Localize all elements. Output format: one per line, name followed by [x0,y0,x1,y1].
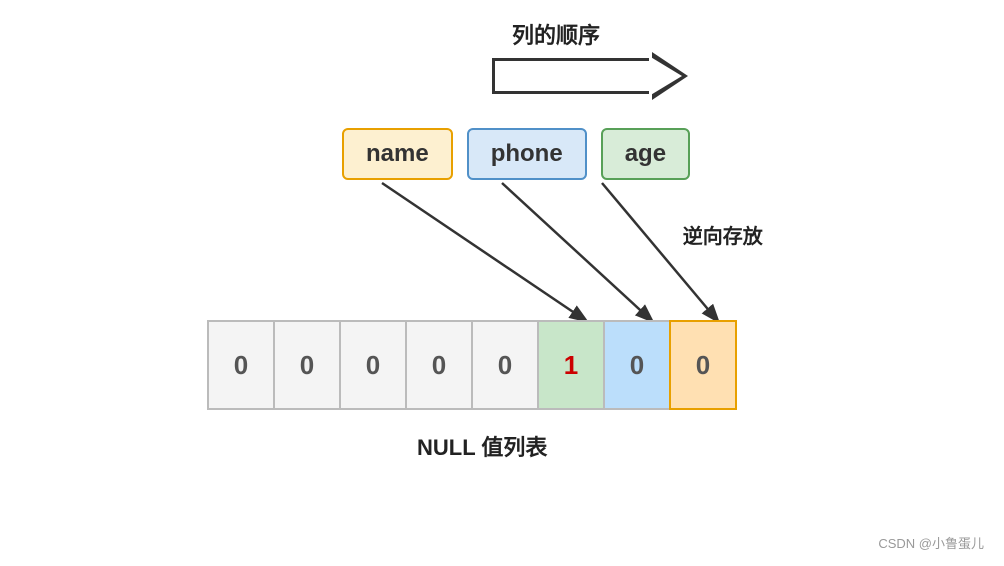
col-labels: name phone age [342,128,690,180]
watermark: CSDN @小鲁蛋儿 [878,533,984,552]
cell-7-orange: 0 [669,320,737,410]
cell-6-blue: 0 [603,320,671,410]
col-box-age: age [601,128,690,180]
cell-3: 0 [405,320,473,410]
cell-0: 0 [207,320,275,410]
cell-4: 0 [471,320,539,410]
null-label: NULL 值列表 [417,430,547,462]
col-box-phone: phone [467,128,587,180]
cell-5-green: 1 [537,320,605,410]
arrow-head-inner [649,56,682,96]
arrow [492,52,688,100]
col-box-name: name [342,128,453,180]
cell-2: 0 [339,320,407,410]
main-container: 列的顺序 name phone age 逆向存放 0 0 0 [0,0,1004,566]
cells-row: 0 0 0 0 0 1 0 0 [207,320,735,410]
arrow-container [492,52,688,100]
arrow-body [492,58,652,94]
arrow-head [652,52,688,100]
cell-1: 0 [273,320,341,410]
col-order-label: 列的顺序 [512,18,600,50]
reverse-label: 逆向存放 [683,220,763,249]
